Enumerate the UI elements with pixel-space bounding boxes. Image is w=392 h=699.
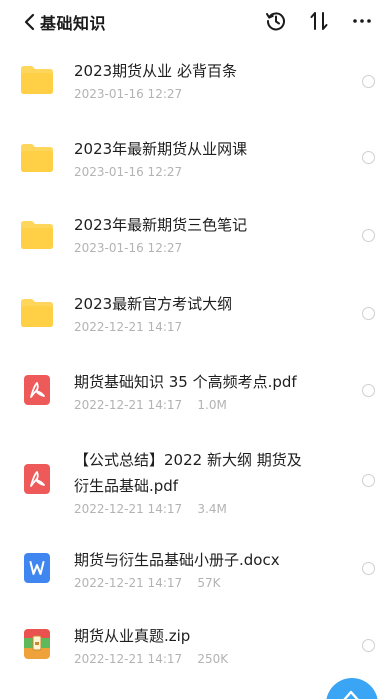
history-icon — [266, 12, 285, 31]
list-item[interactable]: 2023年最新期货三色笔记 2023-01-16 12:27 — [0, 205, 392, 265]
file-name: 2023年最新期货三色笔记 — [74, 216, 248, 234]
arrow-up-icon — [343, 690, 359, 699]
file-name-line2: 衍生品基础.pdf — [74, 477, 179, 495]
pdf-icon — [24, 375, 50, 405]
list-item[interactable]: 2023年最新期货从业网课 2023-01-16 12:27 — [0, 128, 392, 188]
zip-archive-icon — [24, 629, 50, 659]
file-name: 2023期货从业 必背百条 — [74, 62, 237, 80]
chevron-left-icon — [24, 13, 35, 31]
upload-fab-button[interactable] — [326, 678, 378, 699]
select-radio[interactable] — [362, 384, 375, 397]
file-meta: 2023-01-16 12:27 — [74, 87, 183, 101]
word-doc-icon — [24, 553, 50, 583]
file-meta: 2022-12-21 14:17 57K — [74, 576, 221, 590]
sort-button[interactable] — [305, 8, 333, 34]
select-radio[interactable] — [362, 307, 375, 320]
folder-icon — [21, 144, 53, 172]
pdf-icon — [24, 464, 50, 494]
history-button[interactable] — [262, 8, 290, 34]
list-item[interactable]: 期货基础知识 35 个高频考点.pdf 2022-12-21 14:17 1.0… — [0, 360, 392, 420]
file-name: 期货从业真题.zip — [74, 627, 191, 645]
select-radio[interactable] — [362, 229, 375, 242]
sort-icon — [310, 12, 328, 30]
back-button[interactable]: 基础知识 — [20, 10, 106, 34]
folder-icon — [21, 299, 53, 327]
list-item[interactable]: 期货与衍生品基础小册子.docx 2022-12-21 14:17 57K — [0, 540, 392, 600]
file-name: 期货基础知识 35 个高频考点.pdf — [74, 373, 297, 391]
select-radio[interactable] — [362, 75, 375, 88]
file-meta: 2023-01-16 12:27 — [74, 165, 183, 179]
more-icon — [353, 19, 371, 23]
select-radio[interactable] — [362, 639, 375, 652]
select-radio[interactable] — [362, 474, 375, 487]
file-meta: 2022-12-21 14:17 250K — [74, 652, 229, 666]
more-button[interactable] — [348, 8, 376, 34]
file-meta: 2023-01-16 12:27 — [74, 241, 183, 255]
file-name: 2023最新官方考试大纲 — [74, 295, 233, 313]
page-title: 基础知识 — [40, 14, 107, 33]
folder-icon — [21, 66, 53, 94]
select-radio[interactable] — [362, 151, 375, 164]
file-meta: 2022-12-21 14:17 — [74, 320, 183, 334]
list-item[interactable]: 【公式总结】2022 新大纲 期货及 衍生品基础.pdf 2022-12-21 … — [0, 443, 392, 519]
file-name: 2023年最新期货从业网课 — [74, 140, 248, 158]
file-name: 期货与衍生品基础小册子.docx — [74, 551, 280, 569]
file-meta: 2022-12-21 14:17 1.0M — [74, 398, 227, 412]
list-item[interactable]: 2023期货从业 必背百条 2023-01-16 12:27 — [0, 52, 392, 112]
folder-icon — [21, 221, 53, 249]
select-radio[interactable] — [362, 562, 375, 575]
list-item[interactable]: 期货从业真题.zip 2022-12-21 14:17 250K — [0, 618, 392, 678]
file-meta: 2022-12-21 14:17 3.4M — [74, 502, 227, 516]
header-bar: 基础知识 — [0, 0, 392, 44]
list-item[interactable]: 2023最新官方考试大纲 2022-12-21 14:17 — [0, 283, 392, 343]
file-name-line1: 【公式总结】2022 新大纲 期货及 — [74, 451, 302, 469]
